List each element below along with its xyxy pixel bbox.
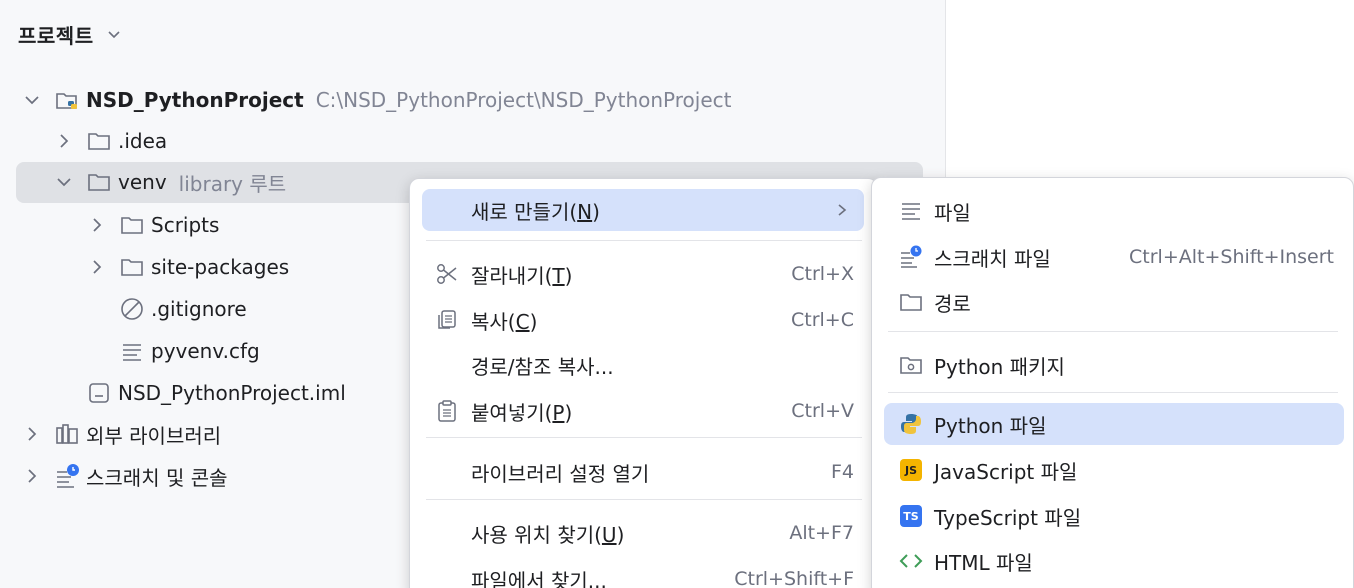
scissors-icon bbox=[434, 261, 460, 287]
tree-item-label: site-packages bbox=[151, 255, 290, 279]
scratch-icon bbox=[54, 463, 80, 489]
folder-icon bbox=[898, 289, 924, 315]
new-submenu: 파일 스크래치 파일 Ctrl+Alt+Shift+Insert 경로 Pyth… bbox=[871, 177, 1354, 588]
typescript-icon: TS bbox=[898, 503, 924, 529]
tree-item-label: NSD_PythonProject.iml bbox=[118, 381, 346, 405]
tree-item-label: 스크래치 및 콘솔 bbox=[86, 465, 228, 490]
menu-item-library-settings[interactable]: 라이브러리 설정 열기 F4 bbox=[422, 451, 864, 493]
submenu-item-python-file[interactable]: Python 파일 bbox=[884, 403, 1344, 445]
root-path: C:\NSD_PythonProject\NSD_PythonProject bbox=[315, 88, 732, 112]
package-folder-icon bbox=[898, 352, 924, 378]
menu-item-label: 경로 bbox=[934, 291, 971, 316]
tree-item-label: pyvenv.cfg bbox=[151, 339, 260, 363]
menu-item-label: TypeScript 파일 bbox=[934, 505, 1082, 530]
chevron-right-icon[interactable] bbox=[54, 131, 74, 151]
separator bbox=[426, 499, 862, 500]
context-menu: 새로 만들기(N) 잘라내기(T) Ctrl+X 복사(C) Ctrl+C 경로… bbox=[409, 178, 878, 588]
shortcut-label: Ctrl+Shift+F bbox=[734, 568, 854, 588]
folder-icon bbox=[86, 128, 112, 154]
library-icon bbox=[54, 421, 80, 447]
menu-item-new[interactable]: 새로 만들기(N) bbox=[422, 189, 864, 231]
shortcut-label: Ctrl+Alt+Shift+Insert bbox=[1129, 246, 1334, 268]
menu-item-find-usages[interactable]: 사용 위치 찾기(U) Alt+F7 bbox=[422, 512, 864, 554]
shortcut-label: Ctrl+C bbox=[791, 309, 854, 331]
chevron-down-icon[interactable] bbox=[22, 90, 42, 110]
tree-item-idea[interactable]: .idea bbox=[0, 121, 945, 161]
text-file-icon bbox=[119, 338, 145, 364]
library-root-hint: library 루트 bbox=[178, 171, 287, 196]
chevron-down-icon[interactable] bbox=[54, 172, 74, 192]
menu-item-label: 붙여넣기(P) bbox=[471, 400, 573, 425]
submenu-item-directory[interactable]: 경로 bbox=[884, 281, 1344, 323]
chevron-down-icon[interactable] bbox=[104, 24, 124, 44]
panel-header[interactable]: 프로젝트 bbox=[18, 20, 124, 48]
tree-item-label: venv bbox=[118, 170, 167, 194]
menu-item-find-in-files[interactable]: 파일에서 찾기... Ctrl+Shift+F bbox=[422, 558, 864, 588]
panel-title: 프로젝트 bbox=[18, 23, 94, 48]
menu-item-paste[interactable]: 붙여넣기(P) Ctrl+V bbox=[422, 390, 864, 432]
scratch-file-icon bbox=[898, 244, 924, 270]
tree-item-label: Scripts bbox=[151, 213, 220, 237]
shortcut-label: Ctrl+X bbox=[791, 263, 854, 285]
menu-item-label: 잘라내기(T) bbox=[471, 263, 573, 288]
clipboard-icon bbox=[434, 398, 460, 424]
copy-icon bbox=[434, 307, 460, 333]
menu-item-label: Python 파일 bbox=[934, 413, 1047, 438]
menu-item-copy[interactable]: 복사(C) Ctrl+C bbox=[422, 299, 864, 341]
menu-item-label: 파일에서 찾기... bbox=[471, 568, 607, 588]
menu-item-label: 새로 만들기(N) bbox=[471, 199, 600, 224]
separator bbox=[888, 331, 1338, 332]
submenu-item-html-file[interactable]: HTML 파일 bbox=[884, 540, 1344, 582]
tree-item-label: .gitignore bbox=[151, 297, 247, 321]
separator bbox=[426, 437, 862, 438]
submenu-item-file[interactable]: 파일 bbox=[884, 190, 1344, 232]
menu-item-label: 복사(C) bbox=[471, 309, 538, 334]
tree-item-label: .idea bbox=[118, 129, 168, 153]
shortcut-label: F4 bbox=[830, 461, 854, 483]
ignored-file-icon bbox=[119, 296, 145, 322]
python-project-folder-icon bbox=[54, 87, 80, 113]
chevron-right-icon bbox=[838, 204, 847, 216]
shortcut-label: Ctrl+V bbox=[791, 400, 854, 422]
javascript-icon: JS bbox=[898, 457, 924, 483]
tree-item-root[interactable]: NSD_PythonProject C:\NSD_PythonProject\N… bbox=[0, 80, 945, 120]
menu-item-label: 파일 bbox=[934, 200, 971, 225]
chevron-right-icon[interactable] bbox=[87, 257, 107, 277]
menu-item-label: 스크래치 파일 bbox=[934, 246, 1051, 271]
submenu-item-javascript-file[interactable]: JS JavaScript 파일 bbox=[884, 449, 1344, 491]
html-icon bbox=[898, 548, 924, 574]
submenu-item-python-package[interactable]: Python 패키지 bbox=[884, 344, 1344, 386]
menu-item-label: 경로/참조 복사... bbox=[471, 354, 614, 379]
menu-item-label: JavaScript 파일 bbox=[934, 459, 1078, 484]
shortcut-label: Alt+F7 bbox=[789, 522, 854, 544]
menu-item-label: HTML 파일 bbox=[934, 550, 1033, 575]
folder-icon bbox=[119, 254, 145, 280]
menu-item-label: 사용 위치 찾기(U) bbox=[471, 522, 625, 547]
text-file-icon bbox=[898, 198, 924, 224]
separator bbox=[888, 392, 1338, 393]
separator bbox=[426, 240, 862, 241]
chevron-right-icon[interactable] bbox=[87, 215, 107, 235]
root-name: NSD_PythonProject bbox=[86, 88, 304, 112]
menu-item-copy-path[interactable]: 경로/참조 복사... bbox=[422, 344, 864, 386]
tree-item-label: 외부 라이브러리 bbox=[86, 423, 222, 448]
folder-icon bbox=[119, 212, 145, 238]
submenu-item-scratch-file[interactable]: 스크래치 파일 Ctrl+Alt+Shift+Insert bbox=[884, 236, 1344, 278]
menu-item-label: 라이브러리 설정 열기 bbox=[471, 461, 650, 486]
module-file-icon bbox=[86, 380, 112, 406]
chevron-right-icon[interactable] bbox=[22, 466, 42, 486]
folder-icon bbox=[86, 169, 112, 195]
submenu-item-typescript-file[interactable]: TS TypeScript 파일 bbox=[884, 495, 1344, 537]
python-icon bbox=[898, 411, 924, 437]
chevron-right-icon[interactable] bbox=[22, 424, 42, 444]
menu-item-cut[interactable]: 잘라내기(T) Ctrl+X bbox=[422, 253, 864, 295]
menu-item-label: Python 패키지 bbox=[934, 354, 1065, 379]
